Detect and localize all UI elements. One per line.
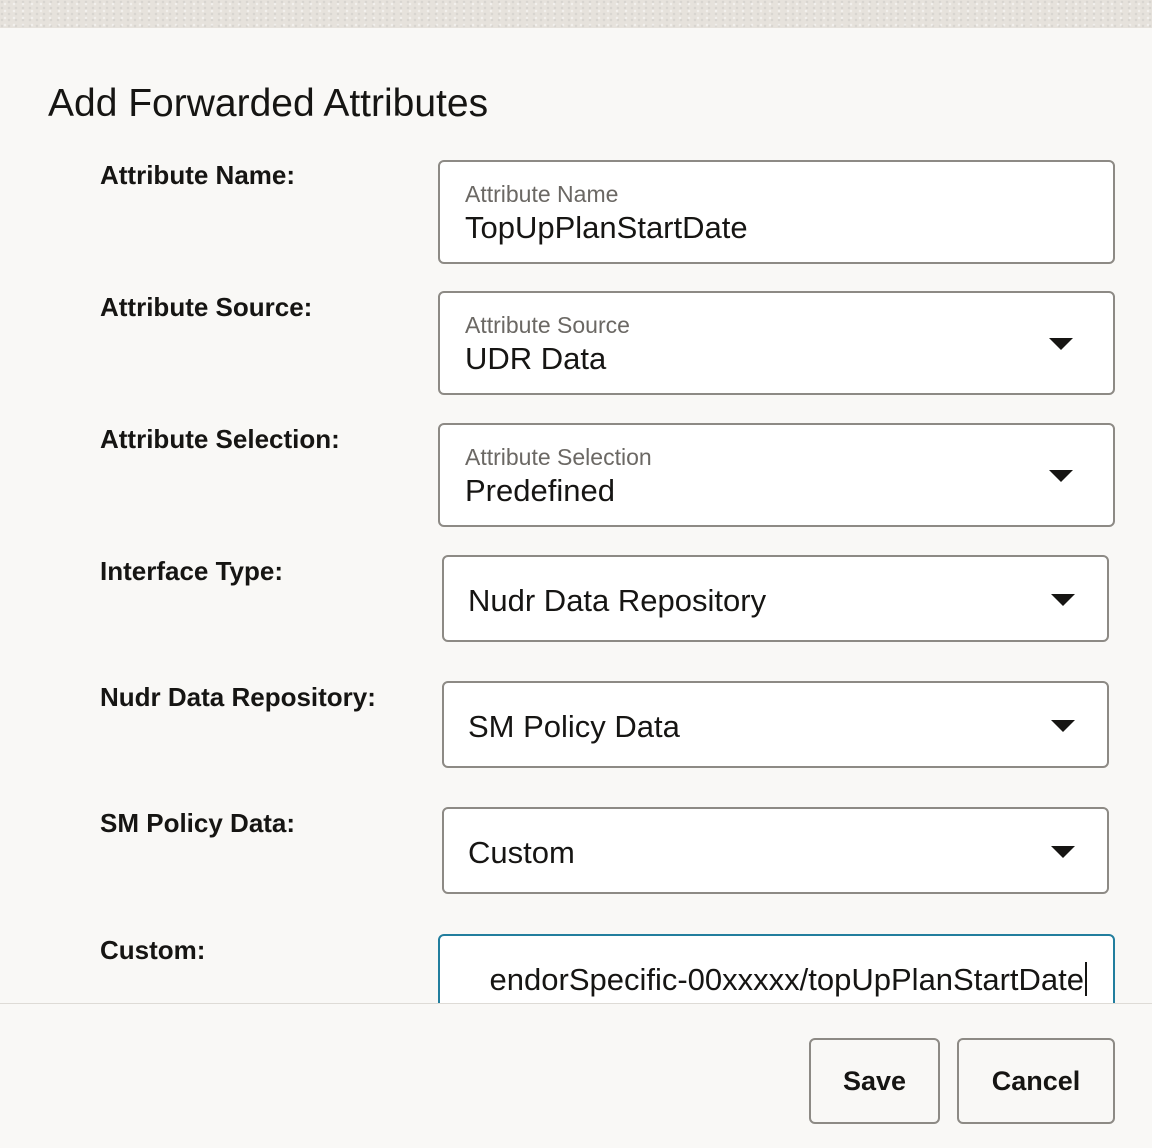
attribute-source-label: Attribute Source: xyxy=(100,292,313,322)
text-cursor xyxy=(1085,962,1087,996)
attribute-name-input[interactable]: TopUpPlanStartDate xyxy=(465,210,748,246)
nudr-data-repository-value: SM Policy Data xyxy=(468,709,680,744)
nudr-data-repository-label: Nudr Data Repository: xyxy=(100,682,376,712)
footer-divider xyxy=(0,1003,1152,1004)
dialog-body[interactable]: Attribute Name: Attribute Name TopUpPlan… xyxy=(0,128,1152,1004)
cancel-button[interactable]: Cancel xyxy=(957,1038,1115,1124)
attribute-selection-select[interactable]: Attribute Selection Predefined xyxy=(438,423,1115,527)
chevron-down-icon[interactable] xyxy=(1051,846,1075,858)
attribute-source-value: UDR Data xyxy=(465,341,607,376)
attribute-source-select[interactable]: Attribute Source UDR Data xyxy=(438,291,1115,395)
chevron-down-icon[interactable] xyxy=(1049,470,1073,482)
sm-policy-data-value: Custom xyxy=(468,835,575,870)
sm-policy-data-label: SM Policy Data: xyxy=(100,808,296,838)
background-strip xyxy=(0,0,1152,28)
attribute-name-field-label: Attribute Name xyxy=(465,181,619,207)
interface-type-label: Interface Type: xyxy=(100,556,284,586)
nudr-data-repository-select[interactable]: SM Policy Data xyxy=(442,681,1109,768)
custom-input[interactable]: endorSpecific-00xxxxx/topUpPlanStartDate xyxy=(490,962,1087,998)
attribute-source-field-label: Attribute Source xyxy=(465,312,630,338)
dialog-title: Add Forwarded Attributes xyxy=(48,82,489,125)
custom-label: Custom: xyxy=(100,935,206,965)
interface-type-value: Nudr Data Repository xyxy=(468,583,767,618)
attribute-name-field[interactable]: Attribute Name TopUpPlanStartDate xyxy=(438,160,1115,264)
interface-type-select[interactable]: Nudr Data Repository xyxy=(442,555,1109,642)
chevron-down-icon[interactable] xyxy=(1051,720,1075,732)
attribute-selection-field-label: Attribute Selection xyxy=(465,444,652,470)
chevron-down-icon[interactable] xyxy=(1049,338,1073,350)
attribute-name-label: Attribute Name: xyxy=(100,160,296,190)
custom-input-text: endorSpecific-00xxxxx/topUpPlanStartDate xyxy=(489,962,1084,997)
attribute-selection-value: Predefined xyxy=(465,473,615,508)
chevron-down-icon[interactable] xyxy=(1051,594,1075,606)
add-forwarded-attributes-dialog: Add Forwarded Attributes Attribute Name:… xyxy=(0,28,1152,1148)
save-button[interactable]: Save xyxy=(809,1038,940,1124)
custom-input-field[interactable]: endorSpecific-00xxxxx/topUpPlanStartDate xyxy=(438,934,1115,1004)
attribute-selection-label: Attribute Selection: xyxy=(100,424,340,454)
sm-policy-data-select[interactable]: Custom xyxy=(442,807,1109,894)
